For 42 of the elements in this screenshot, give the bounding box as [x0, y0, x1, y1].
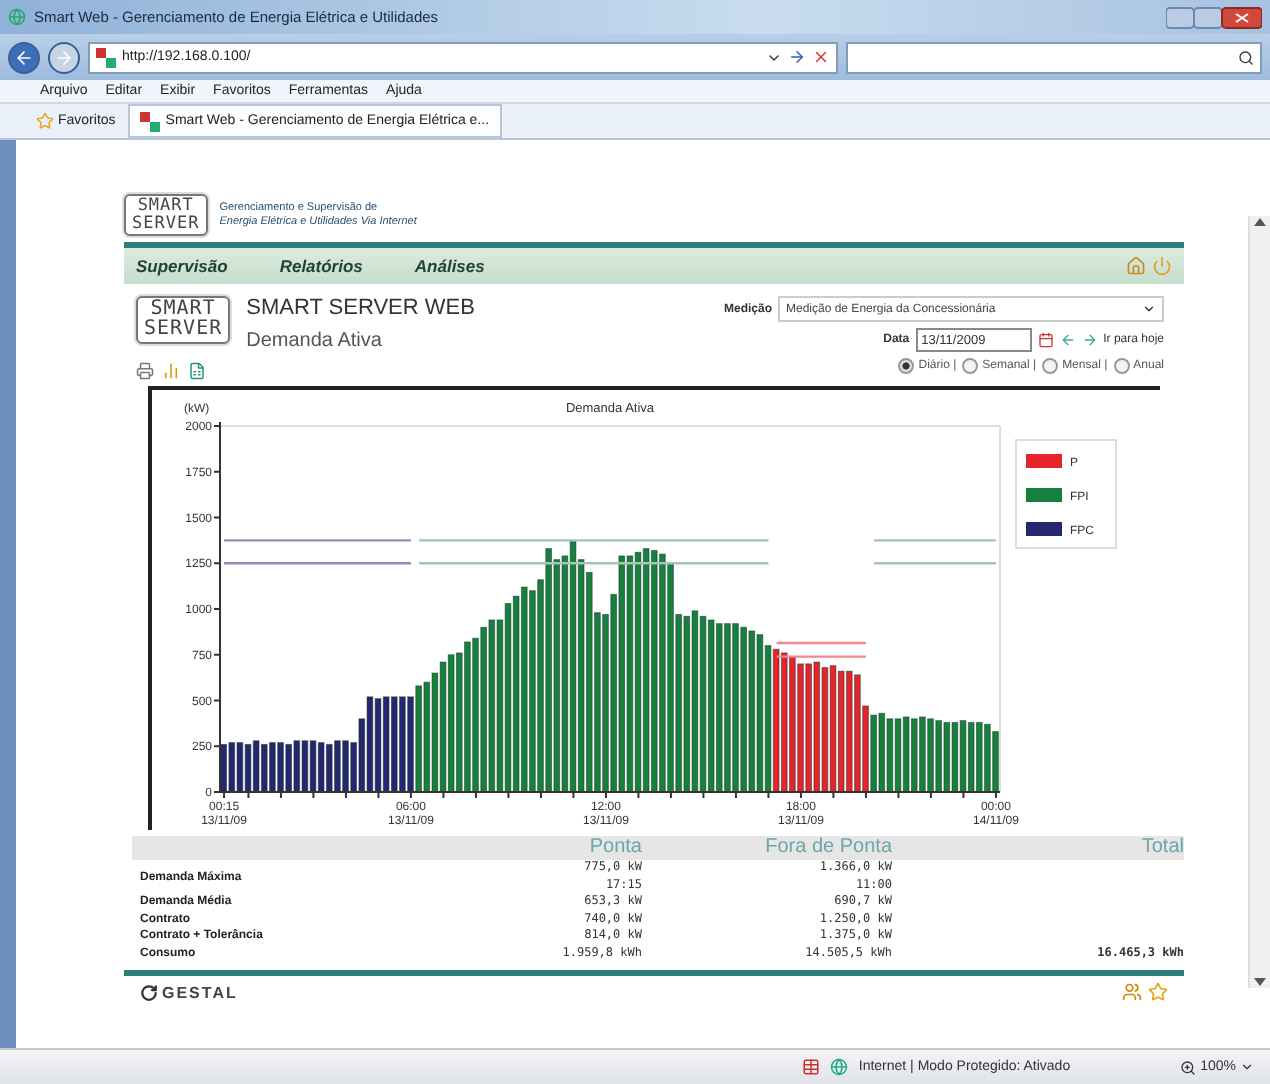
- star-icon: [36, 112, 54, 130]
- browser-icon: [8, 8, 26, 26]
- scroll-up-icon[interactable]: [1254, 216, 1266, 228]
- column-header: Total: [892, 836, 1184, 860]
- column-header: Fora de Ponta: [642, 836, 892, 860]
- forward-button[interactable]: [48, 41, 80, 73]
- nav-link[interactable]: Supervisão: [136, 256, 228, 276]
- printer-icon[interactable]: [136, 362, 154, 380]
- go-icon: [788, 48, 806, 66]
- nav-link[interactable]: Relatórios: [279, 256, 363, 276]
- logo: SMART SERVER: [136, 296, 231, 344]
- stop-icon: [812, 48, 830, 66]
- spreadsheet-icon[interactable]: [188, 362, 206, 380]
- back-arrow-icon: [14, 47, 34, 67]
- search-field[interactable]: [846, 41, 1262, 73]
- page-subtitle: Demanda Ativa: [246, 330, 384, 352]
- page-title: SMART SERVER WEB: [246, 296, 475, 320]
- globe-icon: [830, 1058, 849, 1076]
- home-icon[interactable]: [1126, 256, 1146, 276]
- people-icon[interactable]: [1122, 982, 1142, 1002]
- nav-link[interactable]: Análises: [414, 256, 485, 276]
- site-icon: [139, 111, 160, 131]
- dropdown-icon: [1142, 302, 1156, 316]
- logo: SMART SERVER: [124, 194, 208, 236]
- next-arrow-icon[interactable]: [1081, 332, 1098, 348]
- bar-chart-icon[interactable]: [162, 362, 180, 380]
- forward-arrow-icon: [54, 47, 74, 67]
- scroll-down-icon[interactable]: [1254, 976, 1266, 988]
- site-icon: [96, 47, 116, 67]
- star-icon[interactable]: [1148, 982, 1168, 1002]
- power-icon[interactable]: [1152, 256, 1172, 276]
- search-icon: [1238, 49, 1254, 65]
- zoom-icon: [1180, 1059, 1197, 1075]
- previous-arrow-icon[interactable]: [1059, 332, 1076, 348]
- logo-icon: [140, 983, 158, 1001]
- dropdown-icon: [1240, 1060, 1254, 1074]
- back-button[interactable]: [8, 41, 40, 73]
- calendar-icon[interactable]: [1037, 332, 1054, 348]
- scrollbar[interactable]: [1248, 216, 1270, 988]
- footer-logo: GESTAL: [140, 983, 238, 1001]
- column-header: Ponta: [452, 836, 642, 860]
- window-controls[interactable]: [1166, 5, 1262, 29]
